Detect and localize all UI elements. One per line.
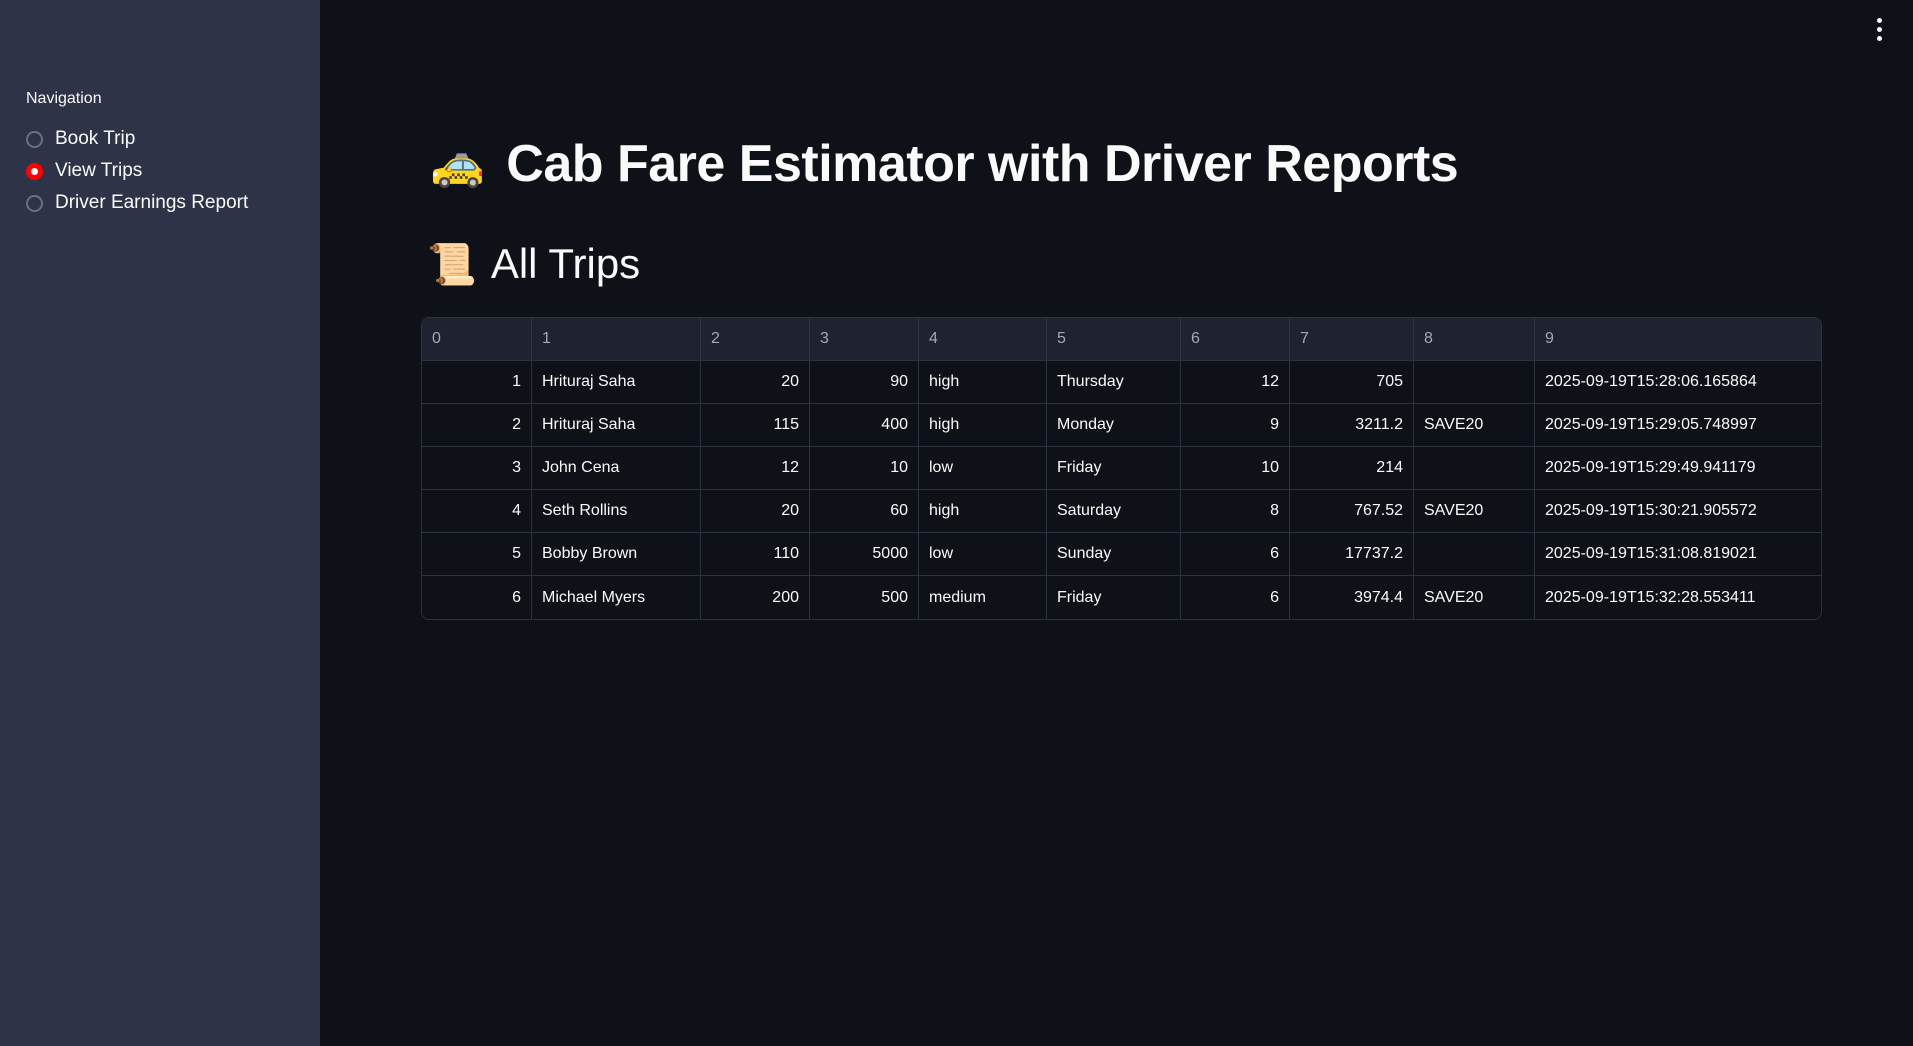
table-cell[interactable]: 1 (422, 361, 532, 404)
table-row: 3 John Cena 12 10 low Friday 10 214 2025-09-19T1… (422, 447, 1821, 490)
column-header[interactable]: 7 (1290, 318, 1414, 361)
table-cell[interactable] (1414, 361, 1535, 404)
table-cell[interactable]: 214 (1290, 447, 1414, 490)
table-cell[interactable]: 2025-09-19T15:30:21.905572 (1535, 490, 1821, 533)
page-title-text: Cab Fare Estimator with Driver Reports (506, 135, 1459, 193)
vertical-ellipsis-icon[interactable] (1877, 18, 1883, 41)
table-cell[interactable]: 500 (810, 576, 919, 619)
nav-radio-label: Driver Earnings Report (55, 192, 249, 213)
table-cell[interactable]: 4 (422, 490, 532, 533)
table-cell[interactable]: 8 (1181, 490, 1290, 533)
column-header[interactable]: 8 (1414, 318, 1535, 361)
taxi-icon: 🚕 (430, 140, 485, 189)
table-cell[interactable]: Sunday (1047, 533, 1181, 576)
table-cell[interactable]: Friday (1047, 447, 1181, 490)
column-header[interactable]: 1 (532, 318, 701, 361)
table-cell[interactable]: low (919, 533, 1047, 576)
table-cell[interactable]: John Cena (532, 447, 701, 490)
table-cell[interactable]: 2 (422, 404, 532, 447)
table-cell[interactable]: 3 (422, 447, 532, 490)
nav-radio-book-trip[interactable]: Book Trip (26, 128, 135, 150)
table-cell[interactable]: 17737.2 (1290, 533, 1414, 576)
table-cell[interactable]: 767.52 (1290, 490, 1414, 533)
section-heading-text: All Trips (490, 240, 641, 287)
table-cell[interactable]: 2025-09-19T15:31:08.819021 (1535, 533, 1821, 576)
nav-radio-label: View Trips (55, 160, 143, 181)
trips-table[interactable]: 0123456789 1 Hrituraj Saha 20 90 high Thursda… (421, 317, 1822, 620)
table-cell[interactable]: 5 (422, 533, 532, 576)
table-cell[interactable]: SAVE20 (1414, 576, 1535, 619)
table-row: 4 Seth Rollins 20 60 high Saturday 8 767.52 SAVE… (422, 490, 1821, 533)
table-cell[interactable]: low (919, 447, 1047, 490)
table-cell[interactable]: 3211.2 (1290, 404, 1414, 447)
table-cell[interactable]: 2025-09-19T15:29:05.748997 (1535, 404, 1821, 447)
column-header[interactable]: 3 (810, 318, 919, 361)
table-cell[interactable]: 10 (810, 447, 919, 490)
radio-button-selected-icon[interactable] (26, 162, 43, 180)
column-header[interactable]: 2 (701, 318, 810, 361)
table-cell[interactable]: 5000 (810, 533, 919, 576)
table-cell[interactable]: 20 (701, 361, 810, 404)
radio-button-icon[interactable] (26, 194, 43, 212)
table-cell[interactable]: 9 (1181, 404, 1290, 447)
column-header[interactable]: 0 (422, 318, 532, 361)
navigation-label: Navigation (26, 90, 102, 107)
table-cell[interactable]: Hrituraj Saha (532, 404, 701, 447)
column-header[interactable]: 6 (1181, 318, 1290, 361)
table-cell[interactable]: 400 (810, 404, 919, 447)
nav-radio-driver-earnings-report[interactable]: Driver Earnings Report (26, 192, 248, 214)
column-header[interactable]: 4 (919, 318, 1047, 361)
table-row: 5 Bobby Brown 110 5000 low Sunday 6 17737.2 2025… (422, 533, 1821, 576)
table-cell[interactable] (1414, 447, 1535, 490)
table-cell[interactable]: 2025-09-19T15:29:49.941179 (1535, 447, 1821, 490)
table-header-row: 0123456789 (422, 318, 1821, 361)
table-cell[interactable]: 6 (1181, 576, 1290, 619)
table-cell[interactable]: 6 (1181, 533, 1290, 576)
table-cell[interactable]: high (919, 361, 1047, 404)
column-header[interactable]: 5 (1047, 318, 1181, 361)
table-cell[interactable]: high (919, 404, 1047, 447)
table-cell[interactable]: Bobby Brown (532, 533, 701, 576)
table-cell[interactable]: 200 (701, 576, 810, 619)
table-cell[interactable] (1414, 533, 1535, 576)
table-cell[interactable]: Friday (1047, 576, 1181, 619)
table-row: 6 Michael Myers 200 500 medium Friday 6 3974.4 S… (422, 576, 1821, 619)
table-row: 2 Hrituraj Saha 115 400 high Monday 9 3211.2 SAV… (422, 404, 1821, 447)
page-title: 🚕 Cab Fare Estimator with Driver Reports (430, 134, 1459, 194)
table-cell[interactable]: medium (919, 576, 1047, 619)
table-cell[interactable]: 12 (1181, 361, 1290, 404)
table-cell[interactable]: 115 (701, 404, 810, 447)
table-cell[interactable]: 2025-09-19T15:28:06.165864 (1535, 361, 1821, 404)
table-cell[interactable]: Seth Rollins (532, 490, 701, 533)
table-cell[interactable]: 20 (701, 490, 810, 533)
table-cell[interactable]: 110 (701, 533, 810, 576)
table-cell[interactable]: 6 (422, 576, 532, 619)
table-cell[interactable]: 2025-09-19T15:32:28.553411 (1535, 576, 1821, 619)
table-row: 1 Hrituraj Saha 20 90 high Thursday 12 705 2025-… (422, 361, 1821, 404)
column-header[interactable]: 9 (1535, 318, 1821, 361)
table-cell[interactable]: Monday (1047, 404, 1181, 447)
table-cell[interactable]: 12 (701, 447, 810, 490)
table-cell[interactable]: SAVE20 (1414, 490, 1535, 533)
table-cell[interactable]: 3974.4 (1290, 576, 1414, 619)
table-cell[interactable]: Michael Myers (532, 576, 701, 619)
section-heading: 📜 All Trips (427, 240, 640, 288)
nav-radio-label: Book Trip (55, 128, 136, 149)
table-cell[interactable]: 90 (810, 361, 919, 404)
table-cell[interactable]: 705 (1290, 361, 1414, 404)
table-cell[interactable]: 10 (1181, 447, 1290, 490)
table-cell[interactable]: high (919, 490, 1047, 533)
table-cell[interactable]: SAVE20 (1414, 404, 1535, 447)
table-cell[interactable]: Thursday (1047, 361, 1181, 404)
scroll-icon: 📜 (427, 242, 477, 287)
radio-button-icon[interactable] (26, 130, 43, 148)
table-cell[interactable]: Hrituraj Saha (532, 361, 701, 404)
table-cell[interactable]: 60 (810, 490, 919, 533)
table-cell[interactable]: Saturday (1047, 490, 1181, 533)
sidebar: Navigation Book Trip View Trips Driver E… (0, 0, 320, 1046)
nav-radio-view-trips[interactable]: View Trips (26, 160, 142, 182)
